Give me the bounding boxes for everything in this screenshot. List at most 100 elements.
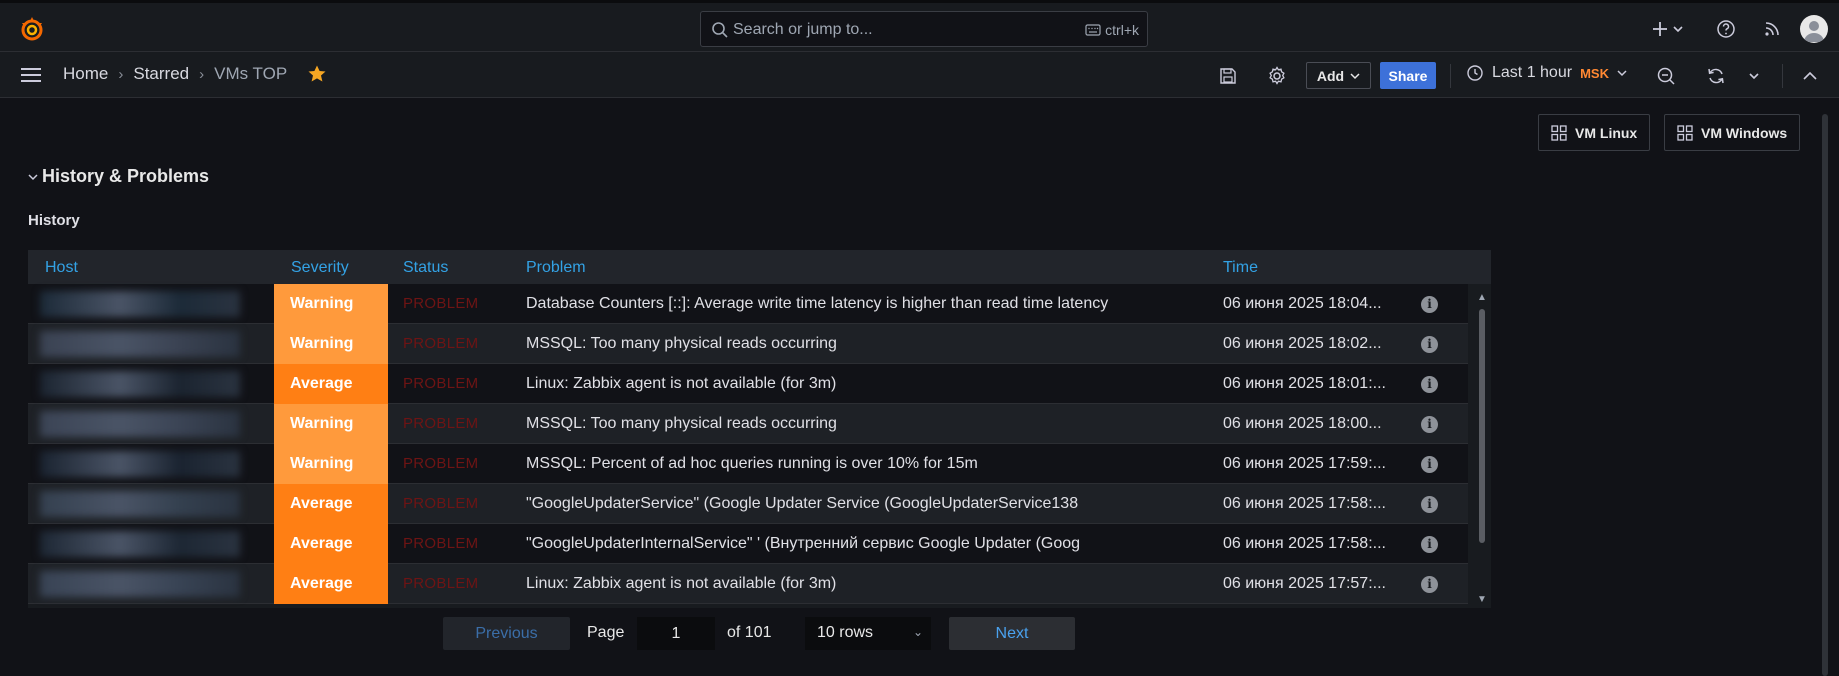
info-icon[interactable]: i [1421,576,1438,593]
problem-cell[interactable]: Linux: Zabbix agent is not available (fo… [526,575,1206,593]
info-icon[interactable]: i [1421,296,1438,313]
severity-cell: Average [274,484,388,524]
chevron-down-icon [1350,72,1360,79]
time-range-picker[interactable]: Last 1 hour MSK [1466,64,1627,82]
severity-cell: Warning [274,444,388,484]
dashboard-link-vm-linux[interactable]: VM Linux [1538,114,1651,151]
column-header-time[interactable]: Time [1223,259,1258,277]
host-cell-redacted [40,411,240,437]
severity-cell: Average [274,364,388,404]
status-cell: PROBLEM [403,535,479,552]
breadcrumb-separator-icon: › [118,65,124,83]
column-header-host[interactable]: Host [45,259,78,277]
table-row[interactable]: Warning PROBLEM MSSQL: Too many physical r… [28,324,1468,364]
breadcrumb-starred[interactable]: Starred [133,64,189,84]
page-number-input[interactable] [637,617,715,650]
severity-cell: Warning [274,404,388,444]
dashboard-link-label: VM Linux [1575,124,1638,141]
search-box[interactable]: Search or jump to... ctrl+k [700,11,1148,47]
info-icon[interactable]: i [1421,456,1438,473]
problem-cell[interactable]: "GoogleUpdaterInternalService" ' (Внутре… [526,535,1206,553]
breadcrumb-home[interactable]: Home [63,64,108,84]
table-row[interactable]: Warning PROBLEM Database Counters [::]: Av… [28,284,1468,324]
info-icon[interactable]: i [1421,496,1438,513]
chevron-down-icon[interactable] [1672,19,1684,39]
menu-icon[interactable] [20,65,42,85]
breadcrumb: Home › Starred › VMs TOP [63,64,327,84]
previous-page-button[interactable]: Previous [443,617,570,650]
row-toggle[interactable]: History & Problems [28,166,209,187]
dashboard-link-vm-windows[interactable]: VM Windows [1664,114,1801,151]
timezone-label: MSK [1580,65,1609,81]
search-icon [712,22,728,38]
zoom-out-icon[interactable] [1656,66,1676,86]
grafana-logo-icon[interactable] [18,15,46,43]
time-cell: 06 июня 2025 17:57:... [1223,575,1386,592]
table-row[interactable]: Warning PROBLEM MSSQL: Too many physical r… [28,404,1468,444]
breadcrumb-separator-icon: › [199,65,205,83]
help-icon[interactable] [1716,19,1736,39]
time-cell: 06 июня 2025 17:59:... [1223,455,1386,472]
plus-icon[interactable] [1650,19,1670,39]
time-cell: 06 июня 2025 18:02... [1223,335,1382,352]
column-header-status[interactable]: Status [403,259,448,277]
panel-title[interactable]: History [28,212,80,229]
problem-cell[interactable]: Linux: Zabbix agent is not available (fo… [526,375,1206,393]
table-scrollbar-thumb[interactable] [1479,309,1485,543]
page-scrollbar[interactable] [1821,100,1829,676]
top-bar: Search or jump to... ctrl+k [0,0,1839,52]
status-cell: PROBLEM [403,335,479,352]
table-row[interactable]: Average PROBLEM "GoogleUpdaterService" (Go… [28,484,1468,524]
host-cell-redacted [40,291,240,317]
gear-icon[interactable] [1267,66,1287,86]
share-button[interactable]: Share [1380,62,1436,89]
add-button[interactable]: Add [1306,62,1371,89]
chevron-down-icon [1617,70,1627,77]
news-rss-icon[interactable] [1762,19,1782,39]
column-header-problem[interactable]: Problem [526,259,586,277]
info-icon[interactable]: i [1421,416,1438,433]
search-placeholder: Search or jump to... [733,21,873,38]
chevron-up-icon[interactable] [1802,66,1818,86]
chevron-down-icon [28,173,38,180]
page-count-label: of 101 [727,624,772,641]
time-cell: 06 июня 2025 18:00... [1223,415,1382,432]
scroll-up-icon[interactable]: ▲ [1476,292,1488,304]
chevron-down-icon[interactable] [1748,66,1760,86]
problem-cell[interactable]: MSSQL: Percent of ad hoc queries running… [526,455,1206,473]
breadcrumb-current: VMs TOP [214,64,288,83]
time-cell: 06 июня 2025 18:01:... [1223,375,1386,392]
rows-per-page-value: 10 rows [817,624,874,641]
problem-cell[interactable]: MSSQL: Too many physical reads occurring [526,415,1206,433]
star-icon[interactable] [307,64,327,84]
table-header: Host Severity Status Problem Time [28,250,1491,284]
status-cell: PROBLEM [403,495,479,512]
problem-cell[interactable]: "GoogleUpdaterService" (Google Updater S… [526,495,1206,513]
next-page-button[interactable]: Next [949,617,1075,650]
chevron-down-icon: ⌄ [912,625,923,639]
scroll-down-icon[interactable]: ▼ [1476,594,1488,606]
refresh-icon[interactable] [1706,66,1726,86]
page-scrollbar-thumb[interactable] [1822,114,1828,676]
table-row[interactable]: Average PROBLEM Linux: Zabbix agent is not… [28,364,1468,404]
host-cell-redacted [40,371,240,397]
save-icon[interactable] [1218,66,1238,86]
info-icon[interactable]: i [1421,336,1438,353]
row-title: History & Problems [42,166,210,186]
problem-cell[interactable]: MSSQL: Too many physical reads occurring [526,335,1206,353]
user-avatar[interactable] [1800,15,1828,43]
rows-per-page-select[interactable]: 10 rows ⌄ [805,617,931,650]
column-header-severity[interactable]: Severity [291,259,349,277]
info-icon[interactable]: i [1421,536,1438,553]
host-cell-redacted [40,491,240,517]
info-icon[interactable]: i [1421,376,1438,393]
table-row[interactable]: Average PROBLEM "GoogleUpdaterInternalServ… [28,524,1468,564]
status-cell: PROBLEM [403,415,479,432]
table-row[interactable]: Warning PROBLEM MSSQL: Percent of ad hoc q… [28,444,1468,484]
table-row[interactable]: Average PROBLEM Linux: Zabbix agent is not… [28,564,1468,604]
status-cell: PROBLEM [403,575,479,592]
history-table: Host Severity Status Problem Time Warnin… [28,250,1491,608]
apps-grid-icon [1551,124,1567,141]
problem-cell[interactable]: Database Counters [::]: Average write ti… [526,295,1206,313]
time-cell: 06 июня 2025 17:58:... [1223,535,1386,552]
